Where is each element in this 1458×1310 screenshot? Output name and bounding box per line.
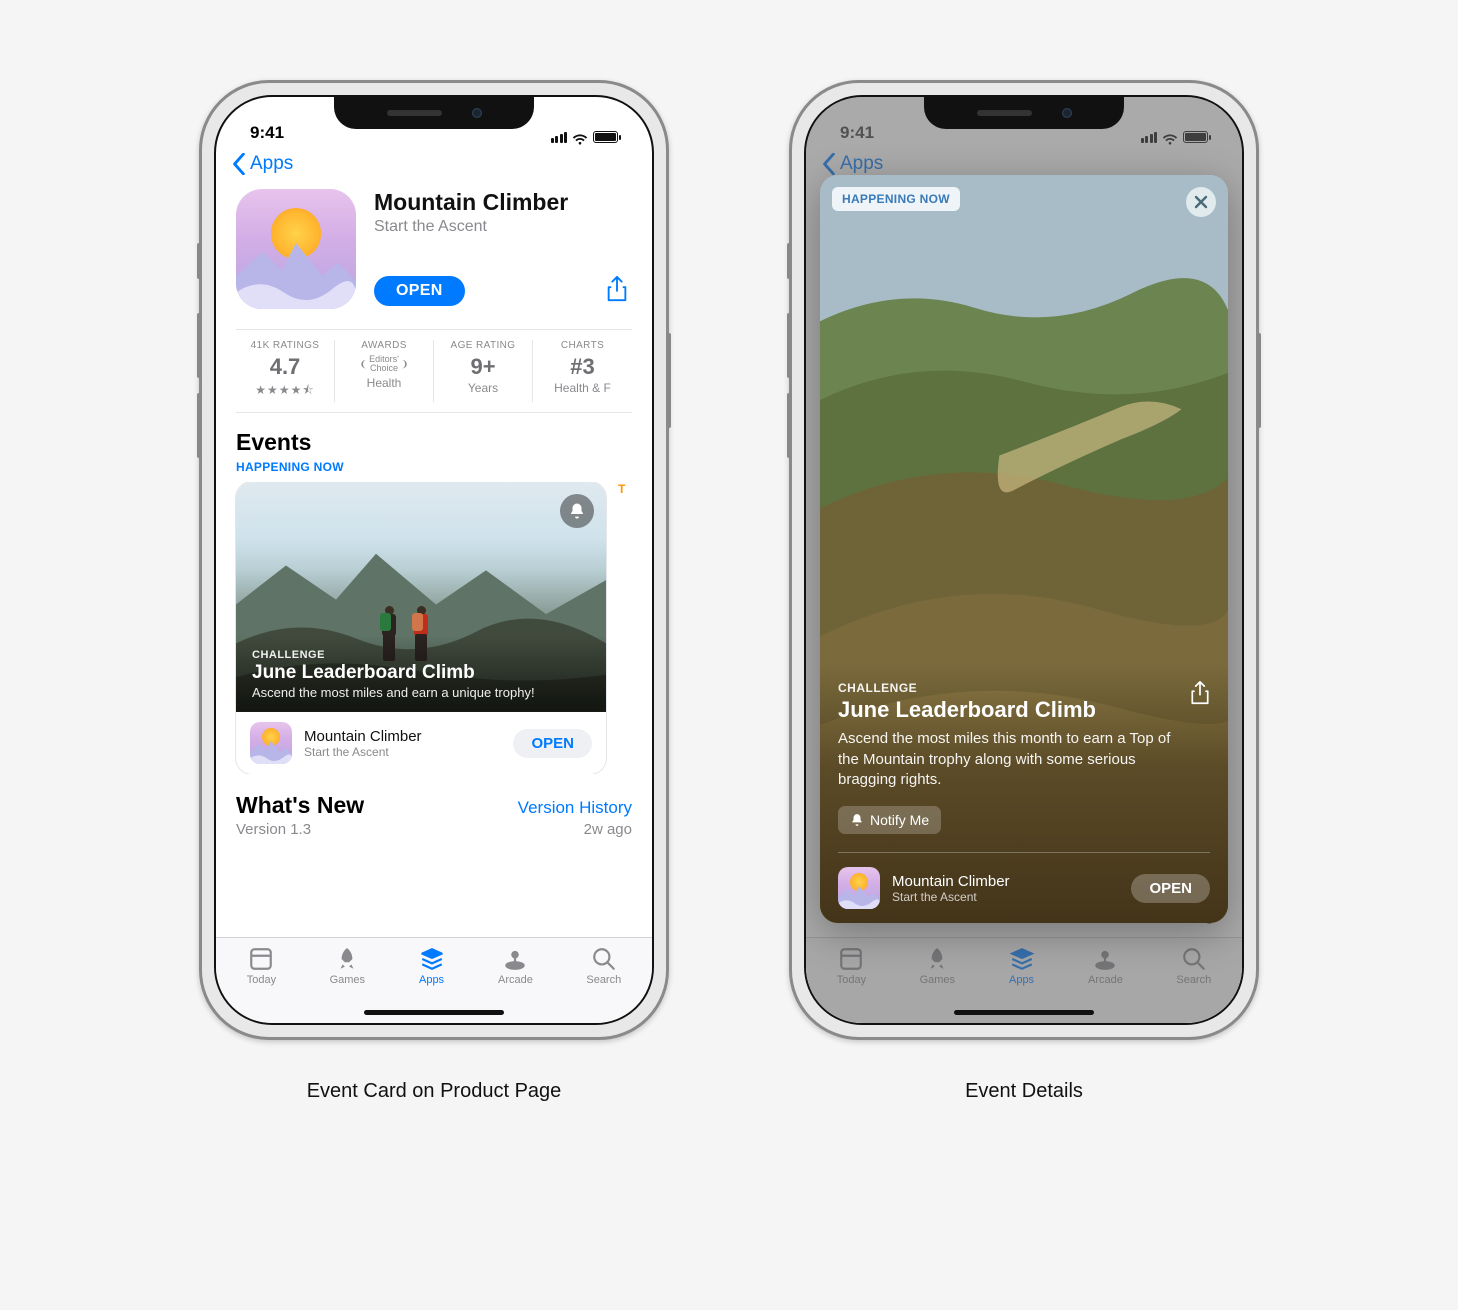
stars-icon: ★★★★⯪ xyxy=(240,381,330,402)
arcade-icon xyxy=(502,946,528,972)
open-button[interactable]: OPEN xyxy=(374,276,465,306)
modal-share-button[interactable] xyxy=(1190,681,1210,710)
bell-icon xyxy=(850,813,864,827)
app-icon-small[interactable] xyxy=(838,867,880,909)
phone-frame-left: 9:41 Apps xyxy=(199,80,669,1040)
laurel-icon: ❨Editors'Choice❩ xyxy=(339,355,429,373)
home-indicator[interactable] xyxy=(954,1010,1094,1015)
event-hero-image: CHALLENGE June Leaderboard Climb Ascend … xyxy=(236,482,606,712)
version-label: Version 1.3 xyxy=(236,821,311,838)
events-heading: Events xyxy=(216,413,652,458)
app-icon[interactable] xyxy=(236,189,356,309)
tab-games[interactable]: Games xyxy=(330,946,365,986)
tab-apps[interactable]: Apps xyxy=(419,946,445,986)
battery-icon xyxy=(593,131,618,143)
notify-button[interactable]: Notify Me xyxy=(838,806,941,834)
close-icon xyxy=(1194,195,1208,209)
stat-age[interactable]: AGE RATING 9+ Years xyxy=(434,340,533,402)
home-indicator[interactable] xyxy=(364,1010,504,1015)
chevron-left-icon xyxy=(232,153,246,175)
version-ago: 2w ago xyxy=(584,821,632,838)
content: Apps Mountain Climber Start the Ascent O… xyxy=(216,147,652,1023)
event-footer: Mountain Climber Start the Ascent OPEN xyxy=(236,712,606,774)
phone-frame-right: 9:41 Apps Mountain Climber Version 1.32w… xyxy=(789,80,1259,1040)
apps-icon xyxy=(419,946,445,972)
notify-bell-button[interactable] xyxy=(560,494,594,528)
modal-title: June Leaderboard Climb xyxy=(838,697,1178,723)
stat-awards[interactable]: AWARDS ❨Editors'Choice❩ Health xyxy=(335,340,434,402)
status-indicators xyxy=(551,131,619,143)
notch xyxy=(334,97,534,129)
rocket-icon xyxy=(334,946,360,972)
screen: 9:41 Apps xyxy=(214,95,654,1025)
modal-status-pill: HAPPENING NOW xyxy=(832,187,960,211)
caption-right: Event Details xyxy=(965,1080,1083,1103)
modal-footer: Mountain Climber Start the Ascent OPEN xyxy=(838,867,1210,909)
wifi-icon xyxy=(572,131,588,143)
event-open-button[interactable]: OPEN xyxy=(513,729,592,758)
share-icon xyxy=(606,276,628,302)
tab-search[interactable]: Search xyxy=(586,946,621,986)
cellular-icon xyxy=(551,132,568,143)
version-history-link[interactable]: Version History xyxy=(518,798,632,818)
search-icon xyxy=(591,946,617,972)
share-button[interactable] xyxy=(602,272,632,309)
event-desc: Ascend the most miles and earn a unique … xyxy=(252,685,590,700)
app-header: Mountain Climber Start the Ascent OPEN xyxy=(216,179,652,323)
screen: 9:41 Apps Mountain Climber Version 1.32w… xyxy=(804,95,1244,1025)
today-icon xyxy=(248,946,274,972)
caption-left: Event Card on Product Page xyxy=(307,1080,562,1103)
modal-desc: Ascend the most miles this month to earn… xyxy=(838,729,1178,790)
back-label: Apps xyxy=(250,153,293,175)
app-name: Mountain Climber xyxy=(374,189,632,216)
stat-charts[interactable]: CHARTS #3 Health & F xyxy=(533,340,632,402)
notch xyxy=(924,97,1124,129)
bell-icon xyxy=(568,502,586,520)
modal-kicker: CHALLENGE xyxy=(838,681,1178,695)
tab-arcade[interactable]: Arcade xyxy=(498,946,533,986)
status-time: 9:41 xyxy=(250,123,284,143)
event-kicker: CHALLENGE xyxy=(252,649,590,661)
tab-today[interactable]: Today xyxy=(247,946,276,986)
stats-row[interactable]: 41K RATINGS 4.7 ★★★★⯪ AWARDS ❨Editors'Ch… xyxy=(236,329,632,413)
event-title: June Leaderboard Climb xyxy=(252,662,590,684)
whats-new-heading: What's New xyxy=(236,792,364,819)
close-button[interactable] xyxy=(1186,187,1216,217)
share-icon xyxy=(1190,681,1210,705)
back-button[interactable]: Apps xyxy=(216,147,652,179)
event-status-badge: HAPPENING NOW xyxy=(216,458,652,482)
event-card[interactable]: CHALLENGE June Leaderboard Climb Ascend … xyxy=(236,482,606,774)
event-card-peek[interactable]: T xyxy=(618,482,638,774)
app-icon-small[interactable] xyxy=(250,722,292,764)
app-subtitle: Start the Ascent xyxy=(374,218,632,236)
modal-open-button[interactable]: OPEN xyxy=(1131,874,1210,903)
event-detail-modal: HAPPENING NOW CHALLENGE June Leaderboard… xyxy=(820,175,1228,923)
stat-ratings[interactable]: 41K RATINGS 4.7 ★★★★⯪ xyxy=(236,340,335,402)
